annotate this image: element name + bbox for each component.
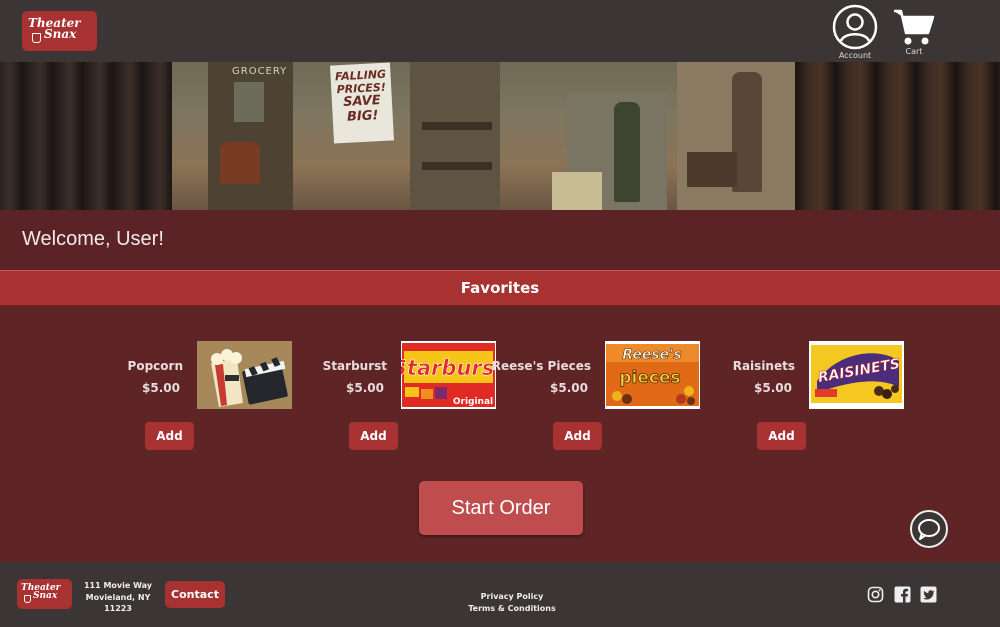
contact-button[interactable]: Contact [165, 581, 225, 608]
svg-text:Starburst: Starburst [401, 356, 496, 380]
account-label: Account [838, 51, 872, 60]
hero-banner: GROCERY FALLING PRICES! SAVE BIG! [0, 62, 1000, 210]
favorite-item-starburst: Starburst $5.00 Starburst Original Add [301, 341, 505, 456]
reeses-pieces-image: Reese's pieces [605, 341, 700, 409]
cart-label: Cart [905, 47, 923, 56]
favorite-item-popcorn: Popcorn $5.00 Add [97, 341, 301, 456]
footer-address: 111 Movie Way Movieland, NY 11223 [76, 580, 160, 615]
chat-icon [918, 519, 940, 540]
item-name: Popcorn [127, 359, 183, 373]
add-button[interactable]: Add [553, 422, 602, 450]
instagram-icon[interactable] [867, 586, 884, 603]
favorite-item-reeses-pieces: Reese's Pieces $5.00 Reese's pieces Add [492, 341, 709, 456]
hero-image: GROCERY FALLING PRICES! SAVE BIG! [172, 62, 796, 210]
popcorn-cup-icon [32, 33, 41, 43]
welcome-message: Welcome, User! [22, 228, 164, 250]
starburst-image: Starburst Original [401, 341, 496, 409]
svg-text:pieces: pieces [619, 368, 680, 388]
cart-button[interactable]: Cart [892, 8, 936, 56]
item-price: $5.00 [346, 381, 384, 395]
favorite-item-raisinets: Raisinets $5.00 RAISINETS Add [709, 341, 913, 456]
item-price: $5.00 [142, 381, 180, 395]
address-line1: 111 Movie Way [83, 581, 152, 590]
favorites-header: Favorites [0, 270, 1000, 306]
address-line2: Movieland, NY 11223 [85, 592, 151, 614]
twitter-icon[interactable] [920, 586, 937, 603]
chat-button[interactable] [910, 510, 948, 548]
add-button[interactable]: Add [349, 422, 398, 450]
footer-logo[interactable]: Theater Snax [17, 579, 72, 609]
falling-prices-sign: FALLING PRICES! SAVE BIG! [330, 62, 394, 144]
svg-text:Original: Original [453, 397, 493, 407]
cart-icon [894, 9, 935, 45]
item-price: $5.00 [754, 381, 792, 395]
popcorn-cup-icon [24, 595, 31, 603]
popcorn-image [197, 341, 292, 409]
terms-link[interactable]: Terms & Conditions [462, 603, 562, 615]
item-name: Starburst [322, 359, 387, 373]
account-icon [832, 4, 878, 50]
svg-text:Reese's: Reese's [622, 347, 682, 363]
item-name: Raisinets [732, 359, 795, 373]
add-button[interactable]: Add [145, 422, 194, 450]
item-price: $5.00 [550, 381, 588, 395]
footer-legal-links: Privacy Policy Terms & Conditions [462, 591, 562, 614]
privacy-policy-link[interactable]: Privacy Policy [462, 591, 562, 603]
start-order-button[interactable]: Start Order [419, 481, 583, 535]
curtain-right [795, 62, 1000, 210]
facebook-icon[interactable] [894, 586, 911, 603]
header-logo[interactable]: Theater Snax [22, 11, 97, 51]
grocery-sign: GROCERY [232, 66, 288, 77]
item-name: Reese's Pieces [491, 359, 591, 373]
raisinets-image: RAISINETS [809, 341, 904, 409]
curtain-left [0, 62, 172, 210]
account-button[interactable]: Account [831, 4, 879, 60]
add-button[interactable]: Add [757, 422, 806, 450]
